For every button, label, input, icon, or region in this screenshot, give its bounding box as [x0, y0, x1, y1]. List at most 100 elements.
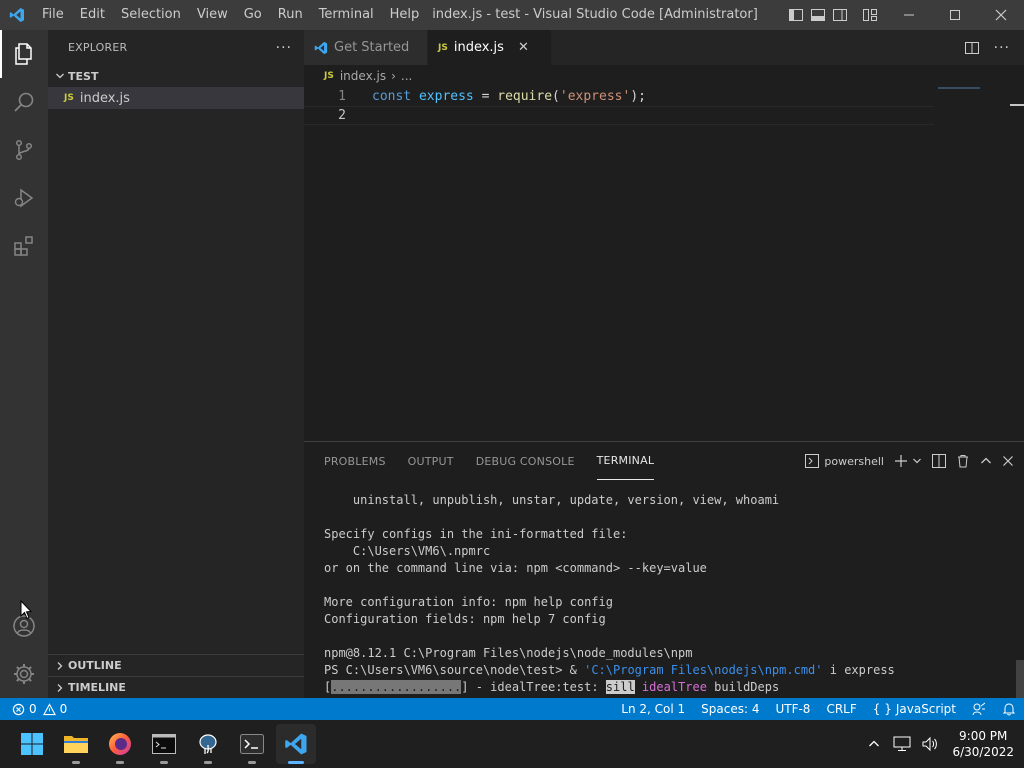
terminal-text: or on the command line via: npm <command… — [324, 561, 707, 575]
minimize-button[interactable] — [886, 0, 932, 30]
terminal-line: uninstall, unpublish, unstar, update, ve… — [324, 492, 895, 509]
vscode-icon — [314, 41, 328, 55]
editor-scrollbar[interactable] — [1010, 104, 1024, 106]
code-token: ( — [552, 89, 560, 104]
folder-test[interactable]: TEST — [48, 65, 304, 87]
toggle-panel-icon[interactable] — [810, 7, 826, 23]
code-editor[interactable]: 1 const express = require('express'); 2 — [304, 87, 1024, 441]
notifications-bell-icon[interactable] — [994, 702, 1024, 716]
explorer-icon[interactable] — [0, 30, 48, 78]
extensions-icon[interactable] — [0, 222, 48, 270]
mouse-pointer-icon — [20, 599, 33, 623]
tab-terminal[interactable]: TERMINAL — [596, 442, 655, 480]
breadcrumb-file[interactable]: index.js — [340, 69, 386, 83]
status-right: Ln 2, Col 1 Spaces: 4 UTF-8 CRLF { } Jav… — [613, 698, 1024, 720]
terminal-line: [..................] - idealTree:test: s… — [324, 679, 895, 696]
folder-label: TEST — [68, 69, 99, 83]
system-clock[interactable]: 9:00 PM 6/30/2022 — [944, 728, 1024, 760]
split-editor-icon[interactable] — [964, 40, 980, 56]
cursor-position[interactable]: Ln 2, Col 1 — [613, 702, 693, 716]
customize-layout-icon[interactable] — [862, 7, 878, 23]
error-icon — [12, 703, 25, 715]
terminal-line: npm@8.12.1 C:\Program Files\nodejs\node_… — [324, 645, 895, 662]
code-line-current: 2 — [304, 106, 934, 125]
new-terminal-icon[interactable] — [894, 454, 908, 468]
indentation[interactable]: Spaces: 4 — [693, 702, 767, 716]
code-token: require — [497, 89, 553, 104]
menu-terminal[interactable]: Terminal — [311, 0, 382, 30]
clock-date: 6/30/2022 — [952, 745, 1014, 759]
run-debug-icon[interactable] — [0, 174, 48, 222]
outline-section[interactable]: OUTLINE — [48, 654, 304, 676]
tab-label: index.js — [453, 40, 504, 55]
volume-icon[interactable] — [916, 736, 944, 752]
terminal-text: i express — [822, 663, 895, 677]
file-index-js[interactable]: JS index.js — [48, 87, 304, 109]
terminal-line: or on the command line via: npm <command… — [324, 560, 895, 577]
toggle-secondary-sidebar-icon[interactable] — [832, 7, 848, 23]
code-line: 1 const express = require('express'); — [304, 87, 934, 106]
minimap[interactable] — [938, 87, 980, 89]
terminal-line: C:\Users\VM6\.npmrc — [324, 543, 895, 560]
manage-gear-icon[interactable] — [0, 650, 48, 698]
tab-get-started[interactable]: Get Started — [304, 30, 428, 65]
menu-run[interactable]: Run — [270, 0, 311, 30]
close-window-button[interactable] — [978, 0, 1024, 30]
split-terminal-icon[interactable] — [932, 454, 946, 468]
encoding[interactable]: UTF-8 — [767, 702, 818, 716]
feedback-icon[interactable] — [964, 702, 994, 716]
pgadmin-elephant-icon[interactable] — [188, 724, 228, 764]
menu-view[interactable]: View — [189, 0, 236, 30]
network-icon[interactable] — [888, 736, 916, 752]
source-control-icon[interactable] — [0, 126, 48, 174]
tab-index-js[interactable]: JS index.js ✕ — [428, 30, 552, 65]
terminal-text: Configuration fields: npm help 7 config — [324, 612, 606, 626]
toggle-primary-sidebar-icon[interactable] — [788, 7, 804, 23]
windows-start-icon[interactable] — [12, 724, 52, 764]
timeline-section[interactable]: TIMELINE — [48, 676, 304, 698]
file-label: index.js — [79, 90, 130, 106]
vscode-logo-icon — [0, 0, 34, 30]
search-icon[interactable] — [0, 78, 48, 126]
problems-status[interactable]: 0 0 — [0, 702, 67, 716]
more-actions-icon[interactable]: ··· — [994, 40, 1010, 56]
terminal-text: 'C:\Program Files\nodejs\npm.cmd' — [584, 663, 823, 677]
tab-output[interactable]: OUTPUT — [408, 442, 454, 480]
chevron-down-icon — [52, 68, 68, 84]
terminal-text: More configuration info: npm help config — [324, 595, 613, 609]
menu-edit[interactable]: Edit — [72, 0, 113, 30]
language-mode[interactable]: { } JavaScript — [865, 702, 964, 716]
tab-debug-console[interactable]: DEBUG CONSOLE — [476, 442, 575, 480]
window-title: index.js - test - Visual Studio Code [Ad… — [432, 7, 758, 22]
more-actions-icon[interactable]: ··· — [276, 40, 292, 56]
vscode-taskbar-icon[interactable] — [276, 724, 316, 764]
terminal-output[interactable]: uninstall, unpublish, unstar, update, ve… — [324, 492, 895, 696]
language-label: JavaScript — [895, 702, 956, 716]
trash-icon[interactable] — [956, 454, 970, 468]
close-panel-icon[interactable] — [1002, 455, 1014, 467]
firefox-icon[interactable] — [100, 724, 140, 764]
menu-file[interactable]: File — [34, 0, 72, 30]
terminal-scrollbar[interactable] — [1016, 660, 1024, 698]
terminal-app-icon[interactable] — [232, 724, 272, 764]
close-tab-icon[interactable]: ✕ — [518, 40, 529, 55]
tab-problems[interactable]: PROBLEMS — [324, 442, 386, 480]
maximize-button[interactable] — [932, 0, 978, 30]
file-explorer-icon[interactable] — [56, 724, 96, 764]
menu-selection[interactable]: Selection — [113, 0, 189, 30]
chevron-up-icon[interactable] — [860, 738, 888, 750]
terminal-text: ] - idealTree:test: — [461, 680, 606, 694]
breadcrumb-more[interactable]: ... — [401, 69, 412, 83]
terminal-shell-selector[interactable]: powershell — [805, 454, 884, 468]
code-token: ); — [630, 89, 646, 104]
terminal-text: Specify configs in the ini-formatted fil… — [324, 527, 628, 541]
terminal-line: Specify configs in the ini-formatted fil… — [324, 526, 895, 543]
menu-go[interactable]: Go — [236, 0, 270, 30]
chevron-down-icon[interactable] — [912, 456, 922, 466]
terminal-line: More configuration info: npm help config — [324, 594, 895, 611]
command-prompt-icon[interactable] — [144, 724, 184, 764]
maximize-panel-icon[interactable] — [980, 455, 992, 467]
line-endings[interactable]: CRLF — [818, 702, 864, 716]
